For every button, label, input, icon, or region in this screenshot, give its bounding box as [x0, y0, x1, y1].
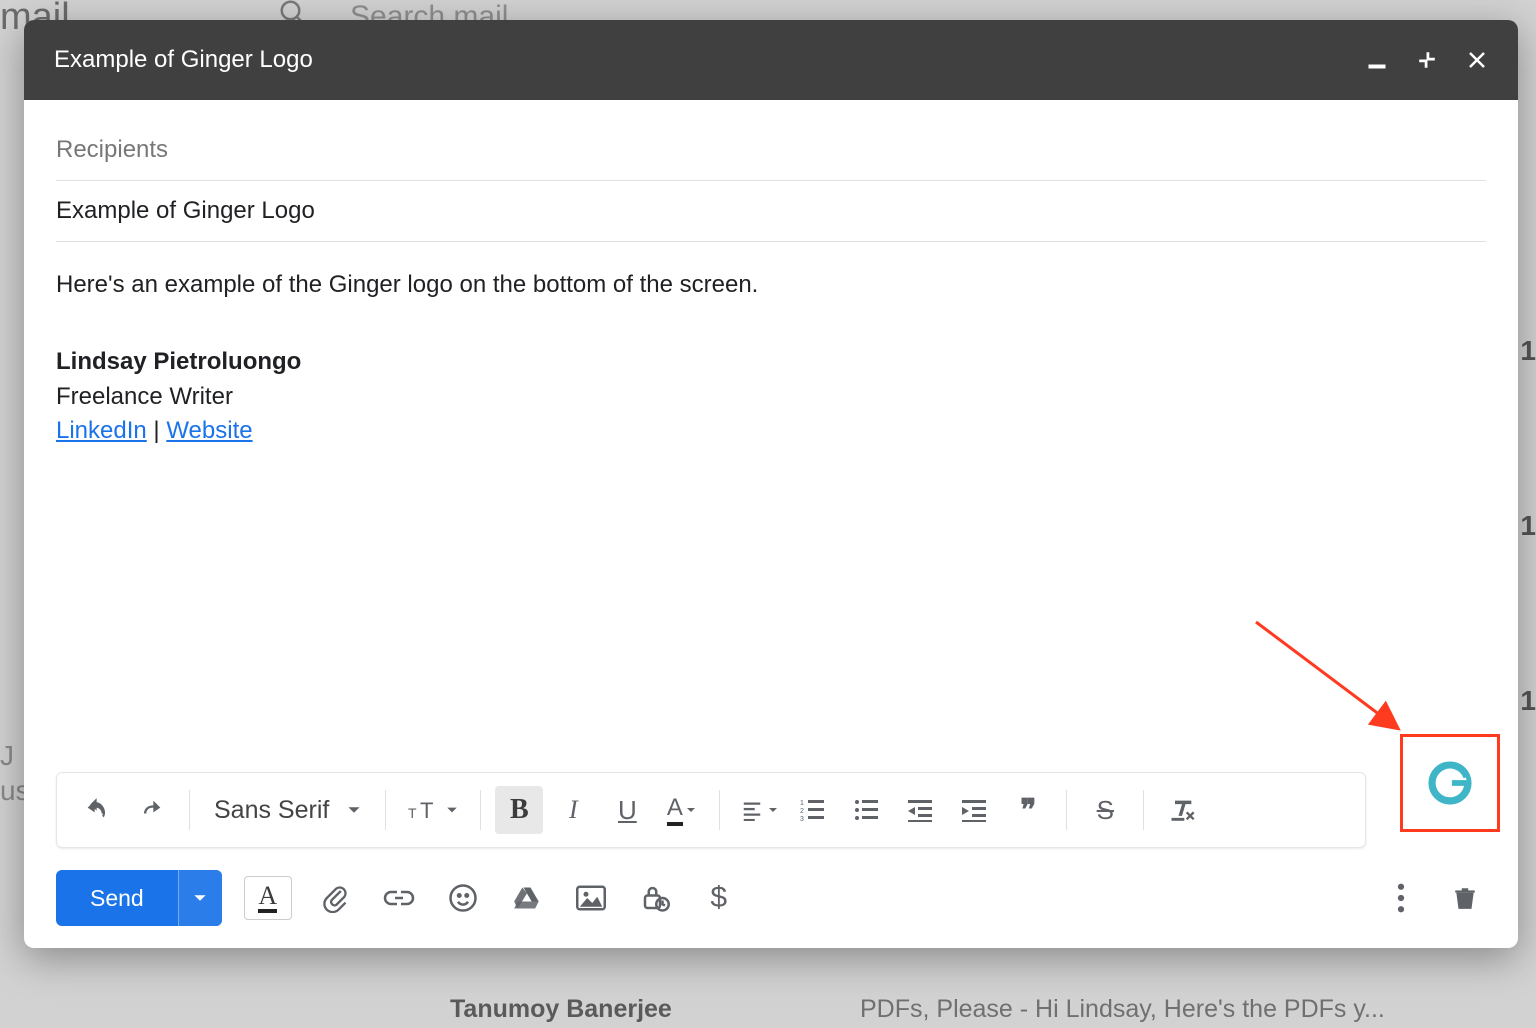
attach-file-button[interactable]: [314, 877, 356, 919]
send-options-dropdown[interactable]: [178, 870, 222, 926]
bold-button[interactable]: B: [495, 786, 543, 834]
insert-drive-button[interactable]: [506, 877, 548, 919]
trash-icon: [1452, 883, 1478, 913]
confidential-mode-button[interactable]: [634, 877, 676, 919]
text-color-glyph: A: [667, 794, 683, 826]
quote-button[interactable]: ❞: [1004, 786, 1052, 834]
compose-action-row: Send A $: [24, 860, 1518, 948]
insert-money-button[interactable]: $: [698, 877, 740, 919]
svg-text:T: T: [420, 798, 433, 823]
lock-clock-icon: [639, 883, 671, 913]
svg-text:T: T: [408, 805, 417, 821]
chevron-down-icon: [347, 803, 361, 817]
toolbar-divider: [385, 790, 386, 830]
signature-name: Lindsay Pietroluongo: [56, 345, 1486, 380]
chevron-down-icon: [193, 891, 207, 905]
drive-icon: [512, 884, 542, 912]
recipients-field[interactable]: Recipients: [56, 120, 1486, 181]
remove-formatting-button[interactable]: [1158, 786, 1206, 834]
redo-button[interactable]: [127, 786, 175, 834]
chevron-down-icon: [768, 805, 778, 815]
indent-more-icon: [960, 798, 988, 822]
window-controls: [1366, 49, 1488, 71]
link-icon: [383, 888, 415, 908]
more-options-button[interactable]: [1380, 877, 1422, 919]
svg-text:1: 1: [800, 800, 804, 807]
minimize-button[interactable]: [1366, 49, 1388, 71]
paperclip-icon: [321, 883, 349, 913]
formatting-glyph: A: [258, 883, 277, 913]
bg-frag1: J: [0, 740, 14, 772]
text-color-button[interactable]: A: [657, 786, 705, 834]
bulleted-list-button[interactable]: [842, 786, 890, 834]
compose-window: Example of Ginger Logo Recipients Exampl…: [24, 20, 1518, 948]
compose-content: Recipients Example of Ginger Logo Here's…: [24, 100, 1518, 772]
font-family-label: Sans Serif: [214, 796, 329, 825]
discard-draft-button[interactable]: [1444, 877, 1486, 919]
toolbar-divider: [1143, 790, 1144, 830]
svg-text:2: 2: [800, 808, 804, 815]
signature-link-website[interactable]: Website: [166, 417, 252, 444]
insert-link-button[interactable]: [378, 877, 420, 919]
toggle-formatting-button[interactable]: A: [244, 876, 292, 920]
numbered-list-button[interactable]: 123: [788, 786, 836, 834]
font-size-select[interactable]: TT: [400, 796, 466, 824]
image-icon: [576, 885, 606, 911]
compose-titlebar: Example of Ginger Logo: [24, 20, 1518, 100]
underline-button[interactable]: U: [603, 786, 651, 834]
remove-format-icon: [1168, 796, 1196, 824]
indent-less-icon: [906, 798, 934, 822]
ginger-logo-icon[interactable]: [1427, 760, 1473, 806]
svg-text:3: 3: [800, 816, 804, 822]
signature-link-linkedin[interactable]: LinkedIn: [56, 417, 147, 444]
dots-vertical-icon: [1397, 883, 1405, 913]
toolbar-divider: [480, 790, 481, 830]
bulleted-list-icon: [852, 798, 880, 822]
font-family-select[interactable]: Sans Serif: [204, 796, 371, 825]
indent-less-button[interactable]: [896, 786, 944, 834]
signature-links: LinkedIn | Website: [56, 414, 1486, 449]
align-button[interactable]: [734, 786, 782, 834]
bg-time3: 1: [1520, 685, 1536, 717]
italic-button[interactable]: I: [549, 786, 597, 834]
bg-time2: 1: [1520, 510, 1536, 542]
chevron-down-icon: [686, 805, 696, 815]
body-line: Here's an example of the Ginger logo on …: [56, 268, 1486, 303]
formatting-toolbar: Sans Serif TT B I U A 123: [56, 772, 1366, 848]
toolbar-divider: [1066, 790, 1067, 830]
chevron-down-icon: [446, 804, 458, 816]
ginger-callout: [1400, 734, 1500, 832]
signature-role: Freelance Writer: [56, 380, 1486, 415]
exit-fullscreen-button[interactable]: [1416, 49, 1438, 71]
subject-field[interactable]: Example of Ginger Logo: [56, 181, 1486, 242]
send-button[interactable]: Send: [56, 870, 222, 926]
send-label: Send: [56, 870, 178, 926]
strikethrough-button[interactable]: S: [1081, 786, 1129, 834]
toolbar-divider: [189, 790, 190, 830]
compose-title: Example of Ginger Logo: [54, 46, 1366, 74]
toolbar-divider: [719, 790, 720, 830]
message-body[interactable]: Here's an example of the Ginger logo on …: [56, 242, 1486, 772]
insert-emoji-button[interactable]: [442, 877, 484, 919]
close-button[interactable]: [1466, 49, 1488, 71]
bg-snippet: PDFs, Please - Hi Lindsay, Here's the PD…: [860, 995, 1385, 1024]
bg-time1: 1: [1520, 335, 1536, 367]
insert-photo-button[interactable]: [570, 877, 612, 919]
signature-separator: |: [147, 417, 167, 444]
align-icon: [739, 799, 765, 821]
annotation-arrow: [1246, 612, 1426, 742]
emoji-icon: [448, 883, 478, 913]
text-size-icon: TT: [408, 796, 442, 824]
indent-more-button[interactable]: [950, 786, 998, 834]
undo-button[interactable]: [73, 786, 121, 834]
numbered-list-icon: 123: [798, 798, 826, 822]
bg-sender: Tanumoy Banerjee: [450, 995, 672, 1024]
